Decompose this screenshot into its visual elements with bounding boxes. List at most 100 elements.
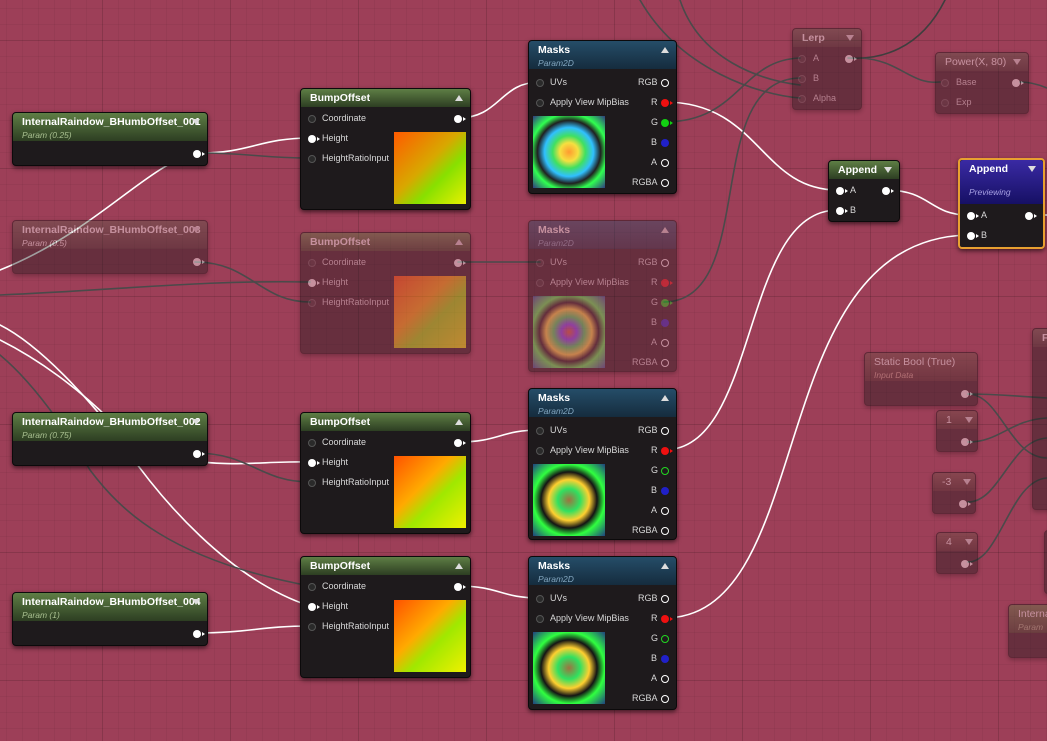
output-pin[interactable] — [193, 450, 205, 458]
coordinate-pin[interactable] — [308, 259, 316, 267]
b-output-pin[interactable] — [661, 139, 669, 147]
bumpoffset-node-2[interactable]: BumpOffset Coordinate Height HeightRatio… — [300, 232, 471, 354]
g-output-pin[interactable] — [661, 299, 673, 307]
uvs-pin[interactable] — [536, 259, 544, 267]
mipbias-pin[interactable] — [536, 447, 544, 455]
height-pin[interactable] — [308, 135, 320, 143]
collapse-arrow-icon[interactable] — [192, 419, 200, 425]
g-output-pin[interactable] — [661, 467, 669, 475]
height-pin[interactable] — [308, 603, 320, 611]
output-pin[interactable] — [1012, 79, 1024, 87]
coordinate-pin[interactable] — [308, 439, 316, 447]
output-pin[interactable] — [193, 630, 205, 638]
output-pin[interactable] — [454, 115, 466, 123]
mipbias-pin[interactable] — [536, 99, 544, 107]
a-input-pin[interactable] — [836, 187, 848, 195]
partial-node-right[interactable]: F — [1032, 328, 1047, 510]
collapse-arrow-icon[interactable] — [1028, 166, 1036, 172]
collapse-arrow-icon[interactable] — [661, 47, 669, 53]
b-output-pin[interactable] — [661, 319, 669, 327]
b-output-pin[interactable] — [661, 487, 669, 495]
height-pin[interactable] — [308, 459, 320, 467]
output-pin[interactable] — [193, 150, 205, 158]
b-output-pin[interactable] — [661, 655, 669, 663]
output-pin[interactable] — [882, 187, 894, 195]
uvs-pin[interactable] — [536, 427, 544, 435]
b-input-pin[interactable] — [836, 207, 848, 215]
bumpoffset-node-1[interactable]: BumpOffset Coordinate Height HeightRatio… — [300, 88, 471, 210]
collapse-arrow-icon[interactable] — [965, 417, 973, 423]
b-input-pin[interactable] — [798, 75, 806, 83]
collapse-arrow-icon[interactable] — [884, 167, 892, 173]
a-output-pin[interactable] — [661, 507, 669, 515]
rgb-output-pin[interactable] — [661, 79, 669, 87]
output-pin[interactable] — [454, 583, 466, 591]
static-bool-node[interactable]: Static Bool (True) Input Data — [864, 352, 978, 406]
uvs-pin[interactable] — [536, 595, 544, 603]
constant-node-2[interactable]: -3 — [932, 472, 976, 514]
rgba-output-pin[interactable] — [661, 695, 669, 703]
rgba-output-pin[interactable] — [661, 527, 669, 535]
param-node-003[interactable]: InternalRaindow_BHumbOffset_003 Param (0… — [12, 220, 208, 274]
output-pin[interactable] — [193, 258, 205, 266]
coordinate-pin[interactable] — [308, 583, 316, 591]
output-pin[interactable] — [961, 438, 973, 446]
masks-node-4[interactable]: Masks Param2D UVs Apply View MipBias RGB… — [528, 556, 677, 710]
height-ratio-pin[interactable] — [308, 299, 316, 307]
append-node[interactable]: Append A B — [828, 160, 900, 222]
g-output-pin[interactable] — [661, 119, 673, 127]
a-output-pin[interactable] — [661, 159, 669, 167]
append-preview-node[interactable]: Append Previewing A B — [958, 158, 1045, 249]
collapse-arrow-icon[interactable] — [661, 563, 669, 569]
a-output-pin[interactable] — [661, 339, 669, 347]
lerp-node[interactable]: Lerp A B Alpha — [792, 28, 862, 110]
material-graph-canvas[interactable]: InternalRaindow_BHumbOffset_001 Param (0… — [0, 0, 1047, 741]
collapse-arrow-icon[interactable] — [192, 227, 200, 233]
output-pin[interactable] — [454, 439, 466, 447]
collapse-arrow-icon[interactable] — [455, 95, 463, 101]
output-pin[interactable] — [1025, 212, 1037, 220]
rgba-output-pin[interactable] — [661, 359, 669, 367]
exp-input-pin[interactable] — [941, 99, 949, 107]
output-pin[interactable] — [959, 500, 971, 508]
rgba-output-pin[interactable] — [661, 179, 669, 187]
height-ratio-pin[interactable] — [308, 155, 316, 163]
mipbias-pin[interactable] — [536, 615, 544, 623]
power-node[interactable]: Power(X, 80) Base Exp — [935, 52, 1029, 114]
constant-node-3[interactable]: 4 — [936, 532, 978, 574]
output-pin[interactable] — [961, 390, 973, 398]
bumpoffset-node-3[interactable]: BumpOffset Coordinate Height HeightRatio… — [300, 412, 471, 534]
height-pin[interactable] — [308, 279, 320, 287]
a-input-pin[interactable] — [798, 55, 806, 63]
r-output-pin[interactable] — [661, 447, 673, 455]
bumpoffset-node-4[interactable]: BumpOffset Coordinate Height HeightRatio… — [300, 556, 471, 678]
collapse-arrow-icon[interactable] — [963, 479, 971, 485]
r-output-pin[interactable] — [661, 615, 673, 623]
rgb-output-pin[interactable] — [661, 427, 669, 435]
collapse-arrow-icon[interactable] — [1013, 59, 1021, 65]
partial-param-node[interactable]: Interna Param — [1008, 604, 1047, 658]
g-output-pin[interactable] — [661, 635, 669, 643]
base-input-pin[interactable] — [941, 79, 949, 87]
uvs-pin[interactable] — [536, 79, 544, 87]
coordinate-pin[interactable] — [308, 115, 316, 123]
output-pin[interactable] — [845, 55, 857, 63]
mipbias-pin[interactable] — [536, 279, 544, 287]
output-pin[interactable] — [961, 560, 973, 568]
collapse-arrow-icon[interactable] — [846, 35, 854, 41]
height-ratio-pin[interactable] — [308, 623, 316, 631]
r-output-pin[interactable] — [661, 279, 673, 287]
collapse-arrow-icon[interactable] — [661, 227, 669, 233]
collapse-arrow-icon[interactable] — [661, 395, 669, 401]
collapse-arrow-icon[interactable] — [455, 563, 463, 569]
collapse-arrow-icon[interactable] — [192, 599, 200, 605]
masks-node-2[interactable]: Masks Param2D UVs Apply View MipBias RGB… — [528, 220, 677, 372]
rgb-output-pin[interactable] — [661, 595, 669, 603]
r-output-pin[interactable] — [661, 99, 673, 107]
rgb-output-pin[interactable] — [661, 259, 669, 267]
collapse-arrow-icon[interactable] — [455, 419, 463, 425]
a-output-pin[interactable] — [661, 675, 669, 683]
param-node-004[interactable]: InternalRaindow_BHumbOffset_004 Param (1… — [12, 592, 208, 646]
collapse-arrow-icon[interactable] — [965, 539, 973, 545]
height-ratio-pin[interactable] — [308, 479, 316, 487]
